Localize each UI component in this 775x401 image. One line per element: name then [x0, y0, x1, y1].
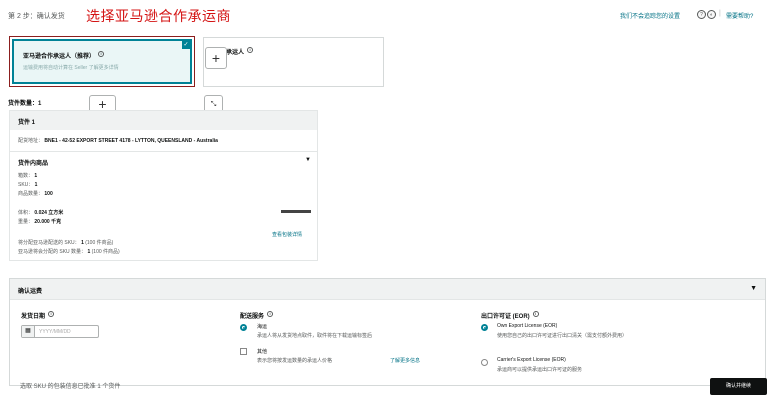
assigned-sku-note: 将分配亚马逊配送的 SKU： 1 (100 件商品): [18, 240, 114, 246]
other-carrier-title: 承运人i: [226, 47, 254, 56]
view-packing-link[interactable]: 查看包装详情: [272, 231, 302, 238]
service-option-2-checkbox[interactable]: [240, 348, 247, 355]
partnered-carrier-card[interactable]: 亚马逊合作承运人（推荐）i 运输费用将自动计算在 Seller 了解更多详情 ✓: [9, 36, 195, 87]
sku-row: SKU： 1: [18, 182, 38, 188]
annotation-text: 选择亚马逊合作承运商: [86, 9, 231, 25]
date-placeholder: YYYY/MM/DD: [39, 329, 71, 335]
volume-row: 体积： 0.024 立方米: [18, 210, 64, 216]
need-help-link[interactable]: 需要帮助?: [726, 11, 753, 20]
help-circle-icon[interactable]: ?: [697, 10, 706, 19]
caret-down-icon[interactable]: ▼: [750, 285, 757, 292]
own-license-desc: 使用您自己的出口许可证进行出口清关（需支付额外费用）: [497, 333, 628, 339]
shipping-service-title: 配送服务i: [240, 311, 274, 320]
confirm-continue-button[interactable]: 确认并继续: [710, 378, 767, 395]
other-carrier-card[interactable]: 承运人i: [203, 37, 384, 87]
step-label: 第 2 步：确认发货: [8, 13, 65, 20]
track-settings-link[interactable]: 我们不会追踪您的设置: [620, 11, 680, 20]
ship-from-address: 配货地址： BNE1 - 42-52 EXPORT STREET 4178 - …: [10, 130, 317, 152]
ship-date-input[interactable]: ▦ YYYY/MM/DD: [21, 325, 99, 338]
info-icon[interactable]: i: [247, 47, 254, 53]
learn-more-link[interactable]: 了解更多信息: [390, 357, 420, 364]
service-option-1-desc: 承运人将从发货地点取件，取件将在下载运输标签后: [257, 333, 373, 339]
carrier-license-label: Carrier's Export License (EOR): [497, 357, 566, 363]
info-icon[interactable]: i: [98, 51, 105, 57]
partnered-carrier-title: 亚马逊合作承运人（推荐）i: [23, 51, 105, 60]
info-icon[interactable]: i: [267, 311, 274, 317]
shipment-contents-title: 货件内商品: [18, 161, 49, 167]
shipment-count: 货件数量：1: [8, 101, 42, 107]
confirm-charges-header[interactable]: 确认运费 ▼: [10, 279, 765, 300]
own-license-radio[interactable]: [481, 324, 488, 331]
service-option-1-label: 海运: [257, 324, 268, 330]
service-option-2-desc: 表示您将按发运数量的承运人价格: [257, 358, 333, 364]
allocated-sku-note: 亚马逊将会分配的 SKU 数量： 1 (100 件商品): [18, 249, 120, 255]
divider: |: [719, 10, 721, 17]
checkmark-icon: ✓: [182, 41, 190, 49]
caret-down-icon[interactable]: ▼: [305, 157, 311, 163]
units-row: 商品数量： 100: [18, 191, 53, 197]
partnered-carrier-desc: 运输费用将自动计算在 Seller 了解更多详情: [23, 65, 119, 71]
barcode-graphic: [281, 210, 311, 213]
weight-row: 重量： 20.000 千克: [18, 219, 62, 225]
service-option-1-radio[interactable]: [240, 324, 247, 331]
carrier-license-radio[interactable]: [481, 359, 488, 366]
carrier-license-desc: 承运商可以提供承运出口许可证的服务: [497, 367, 583, 373]
boxes-row: 箱数： 1: [18, 173, 38, 179]
confirm-charges-section: 确认运费 ▼ 发货日期i ▦ YYYY/MM/DD 配送服务i 海运 承运人将从…: [9, 278, 766, 386]
footer-note: 选取 SKU 的包装信息已批准 1 个货件: [20, 384, 121, 390]
shipment-title: 货件 1: [10, 111, 317, 130]
export-license-title: 出口许可证 (EOR)i: [481, 311, 539, 320]
service-option-2-label: 其他: [257, 349, 268, 355]
own-license-label: Own Export License (EOR): [497, 323, 558, 329]
info-icon[interactable]: i: [48, 311, 55, 317]
settings-circle-icon[interactable]: ◐: [707, 10, 716, 19]
shipment-card: 货件 1 配货地址： BNE1 - 42-52 EXPORT STREET 41…: [9, 110, 318, 261]
info-icon[interactable]: i: [532, 311, 539, 317]
ship-date-title: 发货日期i: [21, 311, 55, 320]
calendar-icon[interactable]: ▦: [22, 326, 35, 337]
add-carrier-button[interactable]: +: [205, 47, 227, 69]
